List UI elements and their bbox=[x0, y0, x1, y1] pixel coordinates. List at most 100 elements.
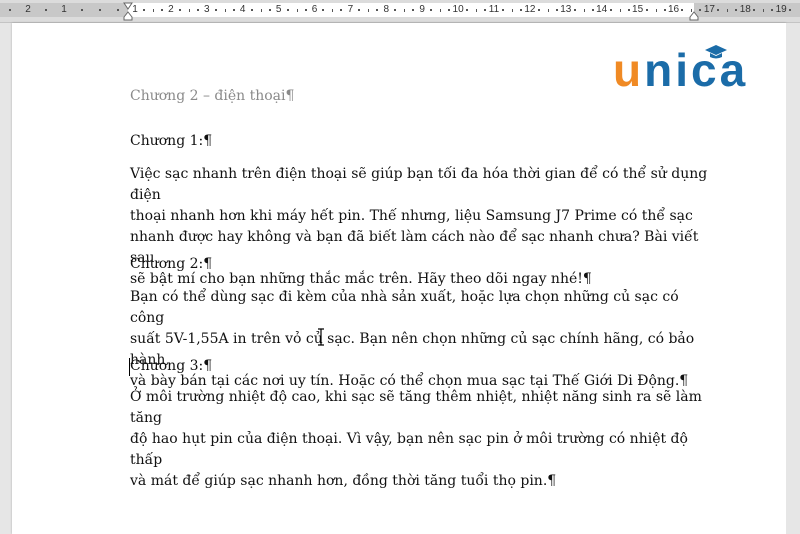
ruler-number: 12 bbox=[524, 4, 536, 15]
ruler-tick bbox=[368, 9, 370, 12]
ruler-tick bbox=[448, 9, 451, 11]
ruler-tick bbox=[555, 9, 558, 11]
ruler-number: 9 bbox=[419, 4, 425, 15]
ruler-tick bbox=[619, 9, 621, 12]
ruler-tick bbox=[322, 9, 325, 11]
ruler-tick bbox=[645, 9, 648, 11]
ibeam-cursor-icon bbox=[318, 328, 324, 346]
ruler-tick bbox=[404, 9, 406, 12]
ruler-number: 3 bbox=[204, 4, 210, 15]
ruler-tick bbox=[9, 9, 11, 11]
section-heading: Chương 3:¶ bbox=[130, 358, 213, 374]
ruler-tick bbox=[501, 9, 504, 11]
horizontal-ruler[interactable]: 2 1 1 2 3 4 5 6 7 8 9 10 11 12 13 14 15 16 17 18 19 bbox=[0, 0, 800, 23]
ruler-tick bbox=[763, 9, 765, 12]
ruler-number: 10 bbox=[452, 4, 464, 15]
ruler-tick bbox=[304, 9, 307, 11]
ruler-tick bbox=[573, 9, 576, 11]
ruler-tick bbox=[214, 9, 217, 11]
ruler-tick bbox=[152, 9, 154, 12]
ruler-number: 18 bbox=[739, 4, 751, 15]
text-line: Ở môi trường nhiệt độ cao, khi sạc sẽ tă… bbox=[130, 389, 702, 426]
ruler-number: 13 bbox=[560, 4, 572, 15]
right-indent-marker[interactable] bbox=[689, 11, 699, 21]
ruler-tick bbox=[394, 9, 397, 11]
ruler-number: 6 bbox=[311, 4, 318, 15]
ruler-tick bbox=[268, 9, 271, 11]
text-line: nhanh được hay không và bạn đã biết làm … bbox=[130, 229, 699, 266]
ruler-tick bbox=[511, 9, 513, 12]
ruler-tick bbox=[188, 9, 190, 12]
ruler-number: 1 bbox=[61, 4, 67, 15]
ruler-number: 11 bbox=[488, 4, 500, 15]
graduation-cap-icon bbox=[705, 45, 727, 59]
ruler-tick bbox=[142, 9, 145, 11]
ruler-tick bbox=[681, 9, 684, 11]
section-heading: Chương 1:¶ bbox=[130, 133, 213, 149]
ruler-number: 5 bbox=[275, 4, 282, 15]
ruler-tick bbox=[376, 9, 379, 11]
ruler-number: 7 bbox=[347, 4, 354, 15]
ruler-tick bbox=[440, 9, 442, 12]
ruler-tick bbox=[232, 9, 235, 11]
ruler-number: 1 bbox=[132, 4, 138, 15]
ruler-tick bbox=[117, 9, 119, 11]
ruler-tick bbox=[99, 9, 101, 11]
ruler-tick bbox=[476, 9, 478, 12]
ruler-tick bbox=[358, 9, 361, 11]
ruler-number: 2 bbox=[168, 4, 174, 15]
ruler-number: 17 bbox=[703, 4, 715, 15]
ruler-tick bbox=[286, 9, 289, 11]
ruler-tick bbox=[466, 9, 469, 11]
ruler-tick bbox=[537, 9, 540, 11]
section-heading: Chương 2:¶ bbox=[130, 256, 213, 272]
ruler-tick bbox=[196, 9, 199, 11]
ruler-tick bbox=[727, 9, 729, 12]
ruler-number: 19 bbox=[775, 4, 787, 15]
ruler-tick bbox=[583, 9, 585, 12]
ruler-number: 8 bbox=[383, 4, 390, 15]
ruler-tick bbox=[771, 9, 774, 11]
ruler-tick bbox=[160, 9, 163, 11]
ruler-tick bbox=[789, 9, 792, 11]
page-gutter bbox=[786, 23, 800, 534]
ruler-number: 2 bbox=[25, 4, 31, 15]
ruler-tick bbox=[627, 9, 630, 11]
paragraph: Ở môi trường nhiệt độ cao, khi sạc sẽ tă… bbox=[130, 387, 710, 492]
ruler-tick bbox=[753, 9, 756, 11]
text-cursor bbox=[129, 358, 130, 376]
paragraph: Việc sạc nhanh trên điện thoại sẽ giúp b… bbox=[130, 164, 710, 290]
text-line: thoại nhanh hơn khi máy hết pin. Thế như… bbox=[130, 208, 693, 224]
ruler-tick bbox=[296, 9, 298, 12]
text-line: và mát để giúp sạc nhanh hơn, đồng thời … bbox=[130, 473, 557, 489]
text-line: Bạn có thể dùng sạc đi kèm của nhà sản x… bbox=[130, 289, 679, 326]
ruler-tick bbox=[547, 9, 549, 12]
text-line: Việc sạc nhanh trên điện thoại sẽ giúp b… bbox=[130, 166, 708, 203]
ruler-number: 15 bbox=[632, 4, 644, 15]
ruler-tick bbox=[250, 9, 253, 11]
ruler-tick bbox=[699, 9, 702, 11]
ruler-tick bbox=[412, 9, 415, 11]
ruler-tick bbox=[735, 9, 738, 11]
ruler-tick bbox=[717, 9, 720, 11]
paragraph: Bạn có thể dùng sạc đi kèm của nhà sản x… bbox=[130, 287, 710, 392]
ruler-number: 4 bbox=[239, 4, 246, 15]
ruler-tick bbox=[609, 9, 612, 11]
ruler-number: 14 bbox=[596, 4, 608, 15]
ruler-tick bbox=[691, 9, 693, 12]
ruler-tick bbox=[81, 9, 83, 11]
ruler-number: 16 bbox=[667, 4, 680, 15]
ruler-tick bbox=[430, 9, 433, 11]
ruler-tick bbox=[484, 9, 487, 11]
ruler-tick bbox=[663, 9, 666, 11]
ruler-tick bbox=[224, 9, 226, 12]
page-header-text: Chương 2 – điện thoại¶ bbox=[130, 88, 295, 104]
ruler-tick bbox=[519, 9, 522, 11]
ruler-tick bbox=[591, 9, 594, 11]
ruler-tick bbox=[655, 9, 657, 12]
ruler-tick bbox=[340, 9, 343, 11]
text-line: độ hao hụt pin của điện thoại. Vì vậy, b… bbox=[130, 431, 688, 468]
text-line: suất 5V-1,55A in trên vỏ củ sạc. Bạn nên… bbox=[130, 331, 695, 368]
ruler-tick bbox=[260, 9, 262, 12]
ruler-tick bbox=[178, 9, 181, 11]
